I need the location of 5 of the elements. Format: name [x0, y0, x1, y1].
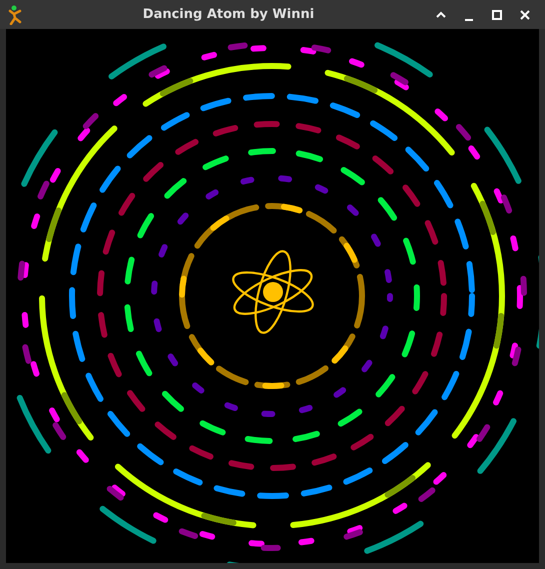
close-icon [519, 8, 531, 20]
maximize-icon [491, 8, 503, 20]
minimize-icon [465, 18, 473, 20]
window-title: Dancing Atom by Winni [142, 6, 314, 24]
dancer-icon [8, 4, 24, 24]
